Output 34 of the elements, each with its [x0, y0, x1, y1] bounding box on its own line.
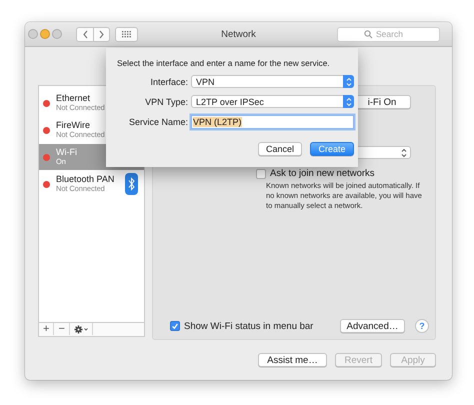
service-name: FireWire	[56, 120, 91, 130]
cancel-button[interactable]: Cancel	[258, 142, 302, 156]
chevrons-icon	[401, 148, 407, 158]
service-name: Wi-Fi	[56, 148, 77, 157]
popup-menu[interactable]: VPN	[191, 75, 354, 88]
service-name: Ethernet	[56, 94, 92, 103]
show-all-button[interactable]	[115, 26, 138, 42]
sheet-prompt: Select the interface and enter a name for the new service.	[117, 58, 331, 68]
checkbox-label: Ask to join new networks	[270, 168, 375, 179]
service-name: Bluetooth PAN	[56, 174, 114, 184]
search-icon	[364, 30, 373, 38]
grid-icon	[122, 30, 131, 38]
input-field[interactable]: VPN (L2TP)	[191, 115, 354, 129]
chevrons-icon	[346, 76, 352, 86]
checkbox[interactable]	[170, 321, 180, 331]
caret-icon	[84, 328, 88, 330]
popup-menu[interactable]: L2TP over IPSec	[191, 95, 354, 108]
checkbox-label: Show Wi-Fi status in menu bar	[184, 320, 314, 332]
chevrons-icon	[346, 96, 352, 106]
search-field[interactable]: Search	[337, 26, 440, 42]
field-label: Service Name:	[128, 117, 188, 127]
gear-icon	[74, 324, 84, 334]
forward-icon	[98, 30, 105, 38]
window-title: Network	[221, 28, 256, 40]
footer-button[interactable]: Assist me…	[258, 353, 327, 367]
add-button[interactable]: +	[39, 323, 54, 335]
back-icon	[82, 30, 88, 38]
field-label: Interface:	[149, 76, 188, 86]
advanced-button[interactable]: Advanced…	[340, 319, 405, 333]
remove-button[interactable]: −	[54, 323, 70, 335]
field-label: VPN Type:	[144, 96, 188, 106]
checkbox[interactable]	[256, 168, 266, 178]
check-icon	[171, 322, 179, 330]
bluetooth-icon	[125, 173, 138, 195]
